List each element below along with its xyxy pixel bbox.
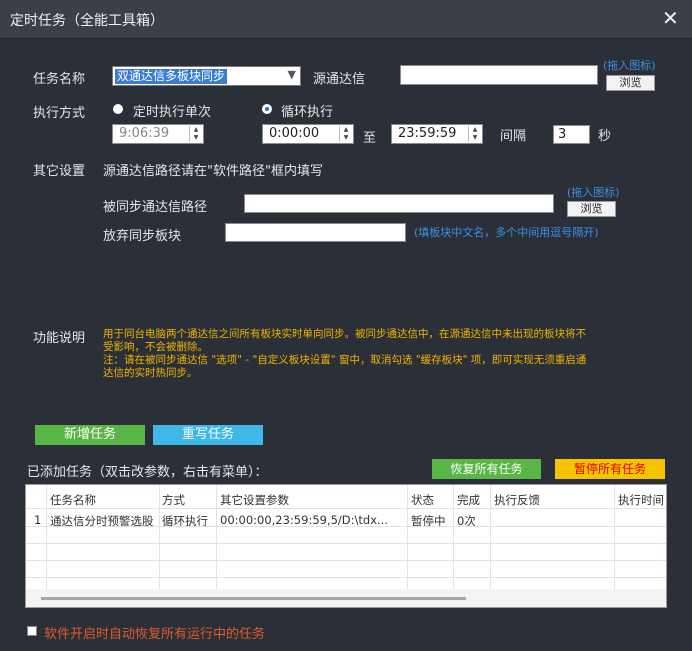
row-index: 1: [34, 513, 42, 527]
abandon-label: 放弃同步板块: [103, 229, 182, 244]
loop-end-value: 23:59:59: [398, 126, 457, 141]
source-path-input[interactable]: [400, 65, 598, 85]
restore-all-button[interactable]: 恢复所有任务: [432, 459, 541, 479]
spin-arrows-icon[interactable]: ▲ ▼: [189, 126, 202, 142]
func-desc-label: 功能说明: [33, 331, 86, 346]
scrollbar-thumb[interactable]: [41, 597, 466, 600]
close-icon[interactable]: ✕: [662, 6, 679, 30]
rewrite-task-button[interactable]: 重写任务: [153, 425, 263, 445]
other-settings-label: 其它设置: [33, 164, 86, 179]
task-list-title: 已添加任务（双击改参数，右击有菜单）：: [27, 465, 268, 480]
col-header-params[interactable]: 其它设置参数: [220, 492, 289, 508]
synced-path-label: 被同步通达信路径: [103, 200, 208, 215]
func-desc-line: 用于同台电脑两个通达信之间所有板块实时单向同步。被同步通达信中，在源通达信中未出…: [103, 328, 586, 340]
loop-end-stepper[interactable]: 23:59:59 ▲ ▼: [391, 124, 483, 144]
interval-input[interactable]: 3: [553, 125, 590, 144]
grid-line: [407, 485, 408, 589]
col-header-name[interactable]: 任务名称: [50, 492, 96, 508]
grid-line: [26, 508, 666, 509]
grid-line: [490, 485, 491, 589]
exec-mode-label: 执行方式: [33, 106, 86, 121]
func-desc-line: 注：请在被同步通达信 "选项" - "自定义板块设置" 窗中，取消勾选 "缓存板…: [103, 354, 587, 366]
interval-label: 间隔: [500, 129, 527, 144]
title-bar: 定时任务（全能工具箱） ✕: [0, 0, 692, 39]
source-browse-button[interactable]: 浏览: [606, 75, 655, 91]
auto-restore-checkbox[interactable]: [27, 626, 37, 636]
col-header-done[interactable]: 完成: [457, 492, 480, 508]
task-table[interactable]: 任务名称 方式 其它设置参数 状态 完成 执行反馈 执行时间 1 通达信分时预警…: [25, 484, 667, 608]
drag-icon-hint: (拖入图标): [603, 59, 656, 72]
to-label: 至: [363, 131, 377, 146]
task-name-value: 双通达信多板块同步: [115, 69, 228, 84]
func-desc-text: 用于同台电脑两个通达信之间所有板块实时单向同步。被同步通达信中，在源通达信中未出…: [103, 328, 648, 380]
abandon-input[interactable]: [225, 223, 406, 242]
col-header-time[interactable]: 执行时间: [618, 492, 664, 508]
grid-line: [614, 485, 615, 589]
loop-radio[interactable]: [262, 104, 272, 114]
col-header-mode[interactable]: 方式: [162, 492, 185, 508]
func-desc-line: 达信的实时热同步。: [103, 367, 198, 379]
grid-line: [26, 560, 666, 561]
grid-line: [159, 485, 160, 589]
add-task-button[interactable]: 新增任务: [35, 425, 145, 445]
row-params: 00:00:00,23:59:59,5/D:\tdx...: [220, 513, 388, 527]
pause-all-button[interactable]: 暂停所有任务: [555, 459, 665, 479]
once-time-value: 9:06:39: [119, 126, 170, 141]
grid-line: [216, 485, 217, 589]
spin-arrows-icon[interactable]: ▲ ▼: [339, 126, 352, 142]
grid-line: [46, 485, 47, 589]
col-header-status[interactable]: 状态: [411, 492, 434, 508]
once-radio[interactable]: [113, 104, 123, 114]
col-header-feedback[interactable]: 执行反馈: [494, 492, 540, 508]
auto-restore-label[interactable]: 软件开启时自动恢复所有运行中的任务: [44, 623, 265, 642]
window-title: 定时任务（全能工具箱）: [10, 13, 164, 29]
seconds-label: 秒: [598, 129, 612, 144]
grid-line: [26, 543, 666, 544]
abandon-hint: (填板块中文名，多个中间用逗号隔开): [414, 226, 599, 239]
synced-browse-button[interactable]: 浏览: [567, 201, 616, 217]
once-label: 定时执行单次: [133, 105, 212, 120]
once-time-stepper[interactable]: 9:06:39 ▲ ▼: [112, 124, 204, 144]
task-name-label: 任务名称: [33, 72, 86, 87]
drag-icon-hint-2: (拖入图标): [567, 186, 620, 199]
grid-line: [26, 577, 666, 578]
source-label: 源通达信: [313, 72, 366, 87]
func-desc-line: 受影响，不会被删除。: [103, 341, 208, 353]
grid-line: [453, 485, 454, 589]
spin-arrows-icon[interactable]: ▲ ▼: [468, 126, 481, 142]
loop-start-stepper[interactable]: 0:00:00 ▲ ▼: [262, 124, 354, 144]
loop-start-value: 0:00:00: [269, 126, 320, 141]
synced-path-input[interactable]: [244, 194, 554, 213]
task-name-select[interactable]: 双通达信多板块同步 ▼: [112, 66, 301, 86]
chevron-down-icon: ▼: [287, 68, 296, 81]
other-settings-desc: 源通达信路径请在"软件路径"框内填写: [103, 164, 323, 179]
loop-label: 循环执行: [281, 105, 334, 120]
grid-line: [26, 526, 666, 527]
horizontal-scrollbar[interactable]: [26, 589, 666, 607]
